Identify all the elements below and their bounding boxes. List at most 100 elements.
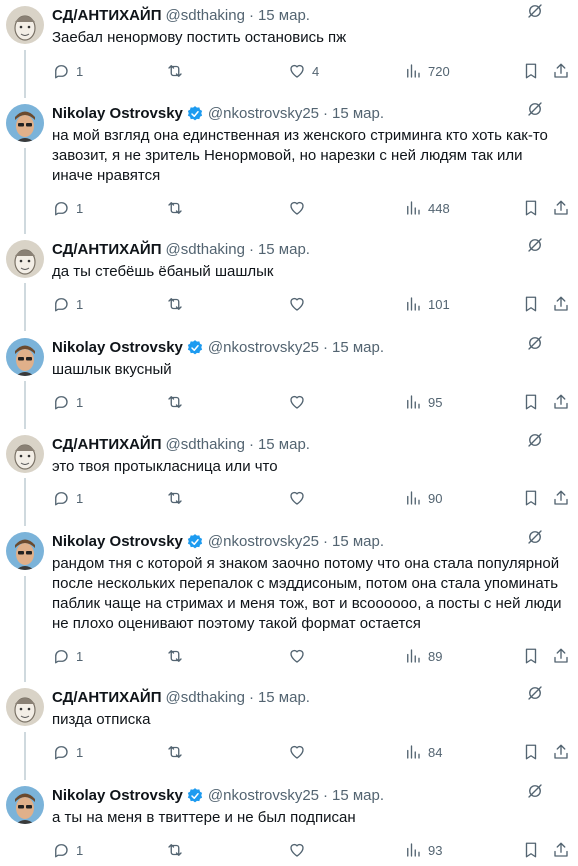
tweet-date[interactable]: 15 мар. — [332, 786, 384, 806]
author-handle[interactable]: @nkostrovsky25 — [208, 786, 319, 806]
tweet-date[interactable]: 15 мар. — [332, 104, 384, 124]
like-button[interactable] — [288, 743, 312, 761]
like-button[interactable] — [288, 295, 312, 313]
tweet-date[interactable]: 15 мар. — [258, 6, 310, 26]
share-button[interactable] — [552, 647, 570, 665]
author-name[interactable]: Nikolay Ostrovsky — [52, 786, 183, 806]
avatar[interactable] — [6, 786, 44, 824]
grok-icon[interactable] — [526, 2, 544, 25]
bookmark-button[interactable] — [522, 393, 540, 411]
reply-button[interactable]: 1 — [52, 489, 83, 507]
grok-icon[interactable] — [526, 236, 544, 259]
share-icon — [554, 200, 568, 215]
views-button[interactable]: 89 — [404, 647, 442, 665]
tweet[interactable]: СД/АНТИХАЙП @sdthaking · 15 мар. пизда о… — [0, 682, 578, 730]
share-button[interactable] — [552, 841, 570, 859]
reply-button[interactable]: 1 — [52, 841, 83, 859]
bookmark-button[interactable] — [522, 199, 540, 217]
avatar[interactable] — [6, 435, 44, 473]
tweet-date[interactable]: 15 мар. — [258, 688, 310, 708]
tweet[interactable]: Nikolay Ostrovsky @nkostrovsky25 · 15 ма… — [0, 98, 578, 186]
share-button[interactable] — [552, 743, 570, 761]
author-handle[interactable]: @nkostrovsky25 — [208, 532, 319, 552]
author-handle[interactable]: @nkostrovsky25 — [208, 338, 319, 358]
tweet[interactable]: СД/АНТИХАЙП @sdthaking · 15 мар. да ты с… — [0, 234, 578, 282]
like-button[interactable] — [288, 647, 312, 665]
bookmark-button[interactable] — [522, 743, 540, 761]
retweet-button[interactable] — [166, 489, 184, 507]
tweet[interactable]: СД/АНТИХАЙП @sdthaking · 15 мар. Заебал … — [0, 0, 578, 48]
tweet-date[interactable]: 15 мар. — [332, 338, 384, 358]
like-button[interactable] — [288, 841, 312, 859]
tweet[interactable]: СД/АНТИХАЙП @sdthaking · 15 мар. это тво… — [0, 429, 578, 477]
author-handle[interactable]: @sdthaking — [166, 6, 245, 26]
reply-button[interactable]: 1 — [52, 393, 83, 411]
author-name[interactable]: СД/АНТИХАЙП — [52, 688, 162, 708]
bookmark-button[interactable] — [522, 841, 540, 859]
retweet-button[interactable] — [166, 743, 184, 761]
author-name[interactable]: СД/АНТИХАЙП — [52, 435, 162, 455]
tweet[interactable]: Nikolay Ostrovsky @nkostrovsky25 · 15 ма… — [0, 526, 578, 634]
author-name[interactable]: Nikolay Ostrovsky — [52, 104, 183, 124]
author-handle[interactable]: @sdthaking — [166, 435, 245, 455]
views-button[interactable]: 720 — [404, 62, 450, 80]
reply-button[interactable]: 1 — [52, 199, 83, 217]
views-button[interactable]: 95 — [404, 393, 442, 411]
retweet-icon — [168, 396, 182, 408]
avatar[interactable] — [6, 688, 44, 726]
grok-icon[interactable] — [526, 684, 544, 707]
reply-button[interactable]: 1 — [52, 647, 83, 665]
reply-button[interactable]: 1 — [52, 295, 83, 313]
share-button[interactable] — [552, 393, 570, 411]
avatar[interactable] — [6, 240, 44, 278]
bookmark-button[interactable] — [522, 295, 540, 313]
views-button[interactable]: 93 — [404, 841, 442, 859]
retweet-button[interactable] — [166, 841, 184, 859]
share-button[interactable] — [552, 62, 570, 80]
like-button[interactable]: 4 — [288, 62, 319, 80]
retweet-button[interactable] — [166, 199, 184, 217]
retweet-button[interactable] — [166, 295, 184, 313]
avatar[interactable] — [6, 6, 44, 44]
views-button[interactable]: 90 — [404, 489, 442, 507]
tweet-date[interactable]: 15 мар. — [258, 435, 310, 455]
author-name[interactable]: Nikolay Ostrovsky — [52, 338, 183, 358]
share-button[interactable] — [552, 295, 570, 313]
tweet[interactable]: Nikolay Ostrovsky @nkostrovsky25 · 15 ма… — [0, 332, 578, 380]
bookmark-button[interactable] — [522, 647, 540, 665]
bookmark-button[interactable] — [522, 489, 540, 507]
retweet-button[interactable] — [166, 647, 184, 665]
grok-icon[interactable] — [526, 782, 544, 805]
views-button[interactable]: 448 — [404, 199, 450, 217]
like-button[interactable] — [288, 199, 312, 217]
retweet-button[interactable] — [166, 62, 184, 80]
views-chart-icon — [407, 64, 420, 78]
author-name[interactable]: Nikolay Ostrovsky — [52, 532, 183, 552]
author-handle[interactable]: @sdthaking — [166, 688, 245, 708]
grok-icon[interactable] — [526, 100, 544, 123]
views-button[interactable]: 84 — [404, 743, 442, 761]
grok-icon[interactable] — [526, 431, 544, 454]
author-name[interactable]: СД/АНТИХАЙП — [52, 6, 162, 26]
reply-button[interactable]: 1 — [52, 62, 83, 80]
tweet[interactable]: Nikolay Ostrovsky @nkostrovsky25 · 15 ма… — [0, 780, 578, 828]
author-handle[interactable]: @nkostrovsky25 — [208, 104, 319, 124]
avatar[interactable] — [6, 104, 44, 142]
tweet-date[interactable]: 15 мар. — [332, 532, 384, 552]
share-button[interactable] — [552, 199, 570, 217]
tweet-actions: 1 93 — [52, 839, 568, 861]
reply-button[interactable]: 1 — [52, 743, 83, 761]
bookmark-button[interactable] — [522, 62, 540, 80]
like-button[interactable] — [288, 489, 312, 507]
avatar[interactable] — [6, 338, 44, 376]
retweet-button[interactable] — [166, 393, 184, 411]
views-button[interactable]: 101 — [404, 295, 450, 313]
tweet-date[interactable]: 15 мар. — [258, 240, 310, 260]
like-button[interactable] — [288, 393, 312, 411]
grok-icon[interactable] — [526, 334, 544, 357]
share-button[interactable] — [552, 489, 570, 507]
author-name[interactable]: СД/АНТИХАЙП — [52, 240, 162, 260]
author-handle[interactable]: @sdthaking — [166, 240, 245, 260]
grok-icon[interactable] — [526, 528, 544, 551]
avatar[interactable] — [6, 532, 44, 570]
